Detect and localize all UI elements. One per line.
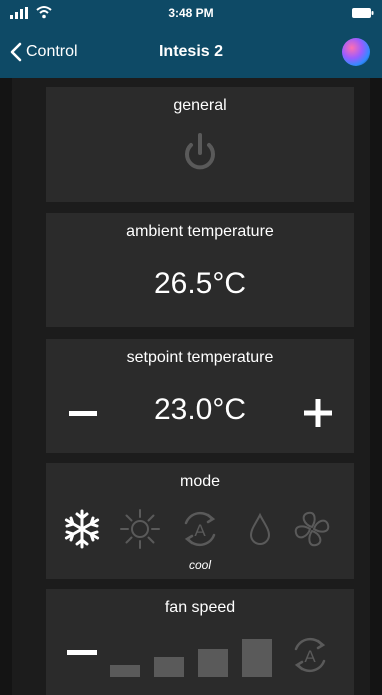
mode-selected-label: cool [188, 558, 211, 572]
svg-text:A: A [194, 521, 206, 540]
power-icon [185, 133, 215, 170]
power-button[interactable] [180, 131, 220, 177]
auto-icon: A [184, 511, 216, 547]
app-screen: 3:48 PM Control Intesis 2 general ambien… [0, 0, 382, 695]
fan-speed-4-bar [242, 639, 272, 677]
sun-icon [120, 509, 160, 549]
ambient-temperature-card: ambient temperature 26.5°C [46, 213, 354, 327]
mode-title: mode [179, 473, 221, 490]
mode-cool-button[interactable] [60, 507, 104, 551]
fan-speed-2-bar [154, 657, 184, 677]
mode-card: mode A cool [46, 463, 354, 579]
fan-speed-1-button[interactable] [110, 665, 140, 677]
fan-speed-card: fan speed A [46, 589, 354, 695]
ambient-temperature-value: 26.5°C [153, 267, 247, 300]
left-margin [0, 78, 12, 695]
siri-icon[interactable] [342, 38, 370, 66]
battery-icon [352, 8, 374, 18]
right-margin [370, 78, 382, 695]
fan-speed-3-button[interactable] [198, 649, 228, 677]
auto-icon: A [294, 637, 326, 673]
drop-icon [249, 512, 271, 545]
plus-icon [304, 399, 332, 427]
setpoint-temperature-title: setpoint temperature [126, 349, 274, 366]
fan-speed-off-bar [67, 650, 97, 655]
mode-dry-button[interactable] [238, 507, 282, 551]
fan-speed-2-button[interactable] [154, 657, 184, 677]
navigation-bar: Control Intesis 2 [0, 26, 382, 78]
fan-speed-off-button[interactable] [66, 641, 98, 659]
fan-icon [294, 511, 330, 547]
page-title: Intesis 2 [158, 43, 224, 60]
fan-speed-title: fan speed [164, 599, 236, 616]
general-title: general [173, 97, 227, 114]
mode-heat-button[interactable] [118, 507, 162, 551]
status-bar: 3:48 PM [0, 0, 382, 26]
ambient-temperature-title: ambient temperature [126, 223, 274, 240]
general-card: general [46, 87, 354, 202]
svg-text:A: A [304, 647, 316, 666]
status-time: 3:48 PM [168, 6, 214, 20]
mode-auto-button[interactable]: A [178, 507, 222, 551]
mode-fan-button[interactable] [290, 507, 334, 551]
fan-speed-auto-button[interactable]: A [288, 633, 332, 677]
increase-setpoint-button[interactable] [302, 397, 334, 429]
fan-speed-3-bar [198, 649, 228, 677]
fan-speed-1-bar [110, 665, 140, 677]
fan-speed-4-button[interactable] [242, 639, 272, 677]
setpoint-temperature-card: setpoint temperature 23.0°C [46, 339, 354, 453]
snowflake-icon [64, 509, 100, 549]
